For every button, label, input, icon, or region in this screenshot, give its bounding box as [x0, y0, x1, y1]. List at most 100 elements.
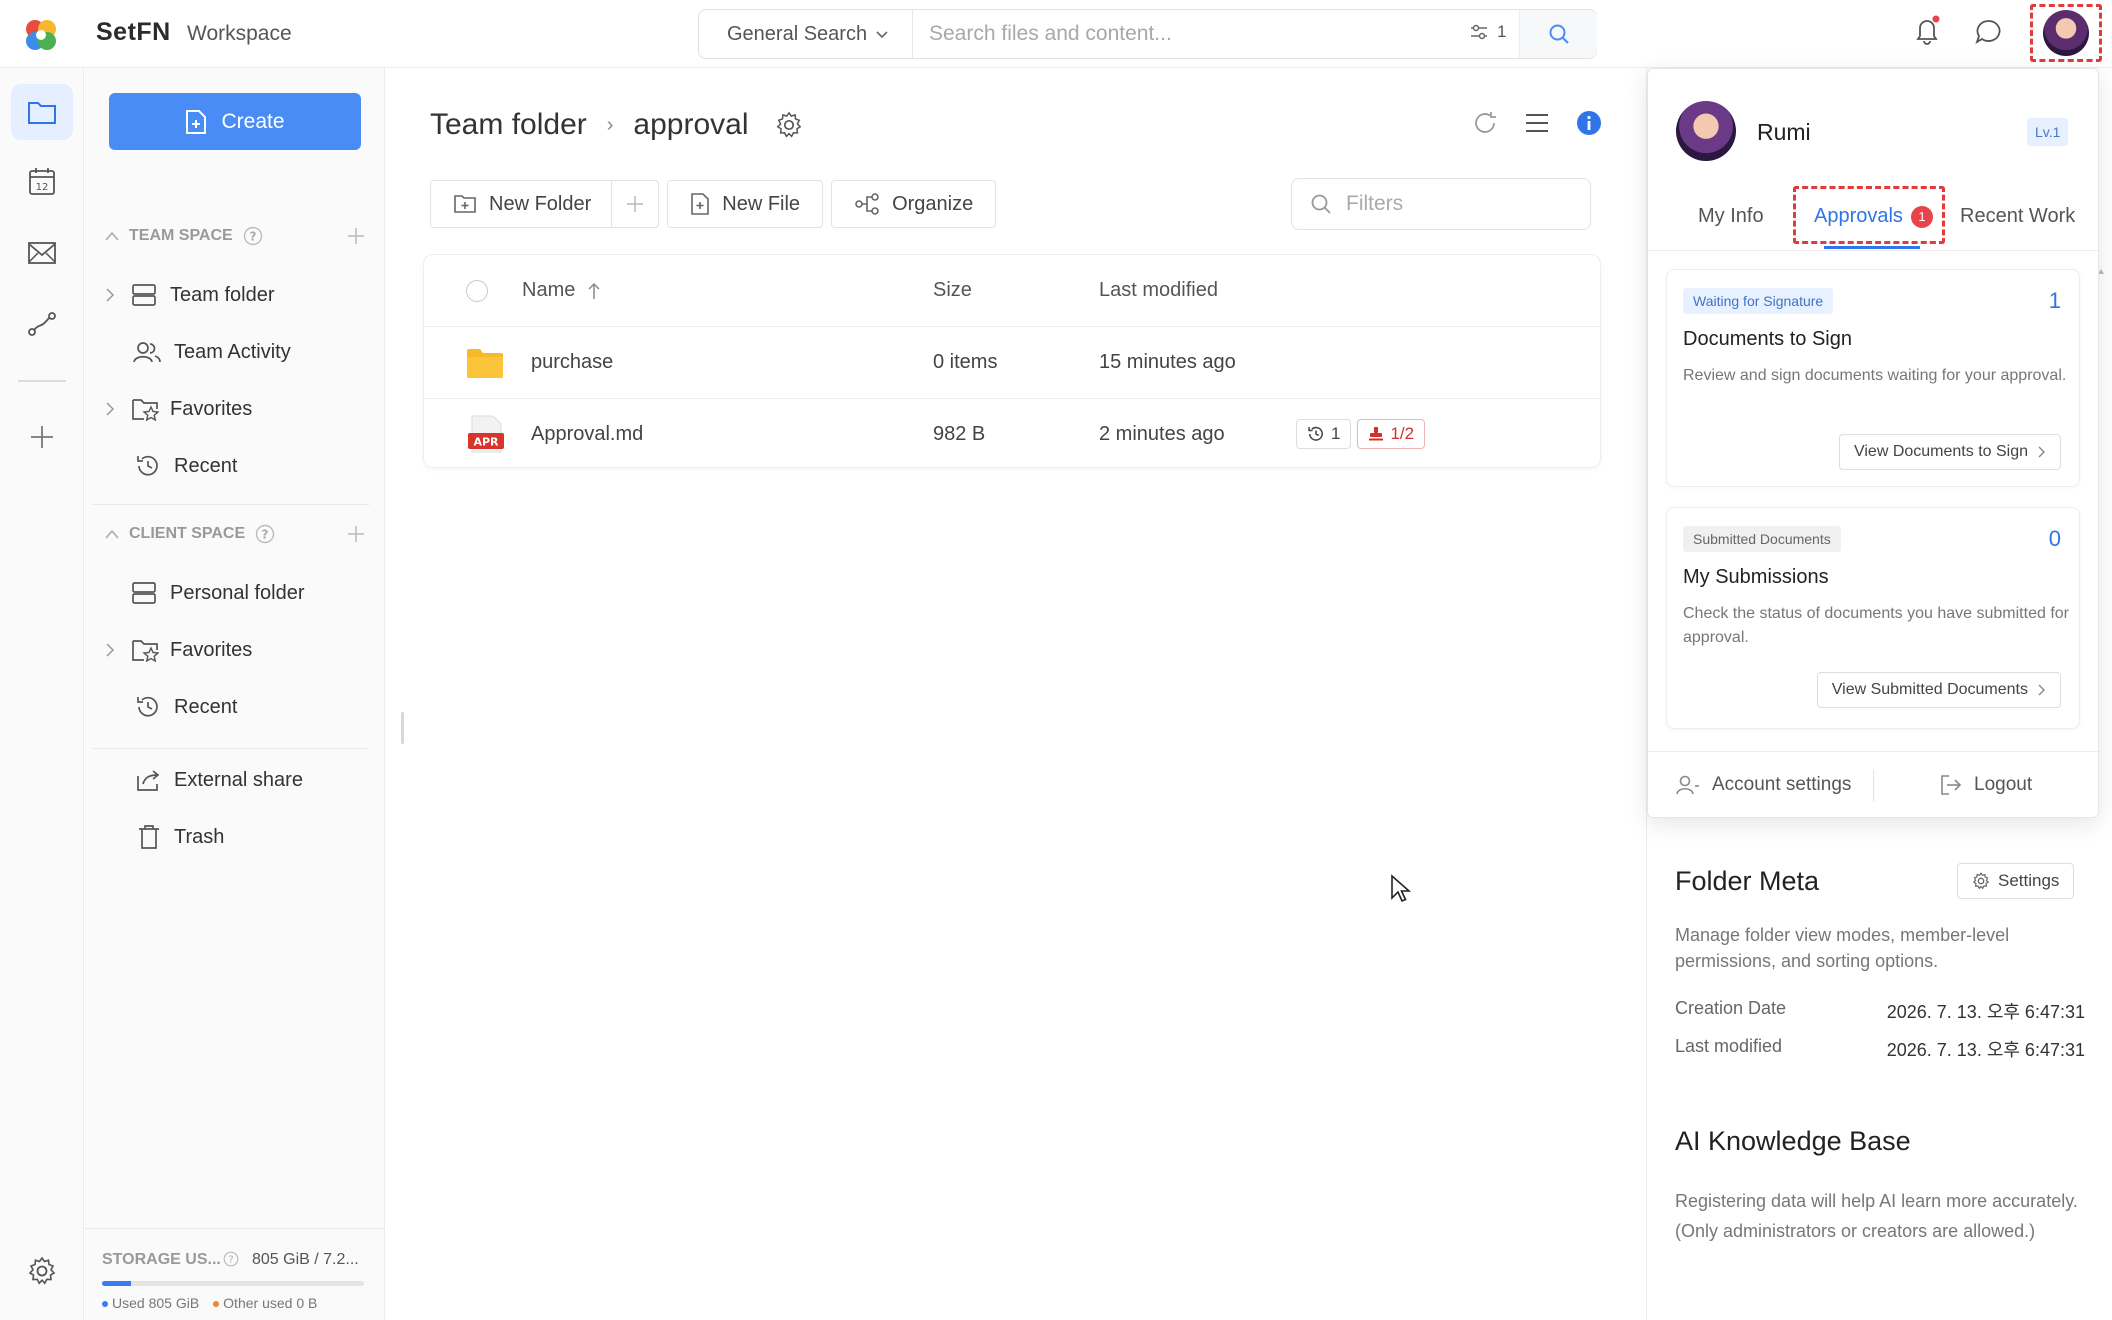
- table-row[interactable]: APR Approval.md 982 B 2 minutes ago 1 1/…: [424, 398, 1600, 469]
- bell-icon[interactable]: [1912, 14, 1942, 46]
- team-space-title: TEAM SPACE: [129, 227, 233, 244]
- storage-legend: Used 805 GiB Other used 0 B: [102, 1295, 317, 1311]
- column-modified-header[interactable]: Last modified: [1099, 255, 1218, 326]
- calendar-icon: 12: [28, 166, 56, 196]
- tab-recent-work[interactable]: Recent Work: [1960, 205, 2075, 228]
- avatar: [1676, 101, 1736, 161]
- rail-workflow-button[interactable]: [11, 296, 73, 352]
- sidebar-item-team-activity[interactable]: Team Activity: [85, 327, 385, 377]
- view-submitted-documents-button[interactable]: View Submitted Documents: [1816, 672, 2061, 708]
- sidebar-item-label: Favorites: [170, 397, 253, 420]
- breadcrumb: Team folder › approval: [430, 108, 803, 142]
- approval-badge[interactable]: 1/2: [1357, 419, 1426, 449]
- chevron-right-icon: ›: [606, 113, 614, 136]
- version-badge[interactable]: 1: [1296, 419, 1352, 449]
- sidebar-item-personal-folder[interactable]: Personal folder: [85, 568, 385, 618]
- help-icon[interactable]: ?: [243, 226, 263, 246]
- new-file-button[interactable]: New File: [667, 180, 824, 228]
- footer-divider: [1873, 770, 1874, 802]
- help-icon[interactable]: ?: [255, 524, 275, 544]
- organize-button[interactable]: Organize: [831, 180, 997, 228]
- logout-icon: [1940, 774, 1962, 796]
- sidebar-item-label: Recent: [174, 695, 238, 718]
- sidebar-item-trash[interactable]: Trash: [85, 812, 385, 862]
- refresh-icon[interactable]: [1472, 110, 1498, 136]
- rail-mail-button[interactable]: [11, 225, 73, 281]
- level-badge: Lv.1: [2027, 118, 2069, 146]
- user-avatar-button[interactable]: [2030, 4, 2102, 62]
- panel-resize-handle[interactable]: [401, 712, 404, 744]
- table-row[interactable]: purchase 0 items 15 minutes ago: [424, 327, 1600, 398]
- new-folder-more-button[interactable]: [611, 180, 660, 228]
- add-team-space-icon[interactable]: [347, 227, 365, 245]
- folder-settings-icon[interactable]: [775, 111, 803, 139]
- storage-usage: STORAGE US... ? 805 GiB / 7.2... Used 80…: [85, 1228, 385, 1320]
- storage-title: STORAGE US...: [102, 1251, 221, 1268]
- icon-rail: 12: [0, 68, 84, 1320]
- search-filter-button[interactable]: 1: [1469, 22, 1506, 42]
- approval-progress: 1/2: [1390, 424, 1415, 443]
- tab-my-info[interactable]: My Info: [1698, 205, 1764, 228]
- apr-file-tag: APR: [473, 436, 499, 449]
- search-button[interactable]: [1519, 10, 1597, 58]
- chevron-right-icon: [2038, 684, 2046, 696]
- rail-files-button[interactable]: [11, 84, 73, 140]
- info-icon[interactable]: [1576, 110, 1602, 136]
- plus-icon: [626, 195, 644, 213]
- new-file-label: New File: [722, 192, 801, 215]
- logout-label: Logout: [1974, 774, 2033, 795]
- list-view-icon[interactable]: [1524, 112, 1550, 134]
- logout-button[interactable]: Logout: [1940, 774, 2032, 796]
- folder-meta-settings-button[interactable]: Settings: [1957, 863, 2075, 899]
- file-name: purchase: [531, 351, 614, 373]
- app-logo-icon[interactable]: [24, 18, 58, 52]
- sidebar-item-label: Recent: [174, 454, 238, 477]
- create-button[interactable]: Create: [109, 93, 361, 150]
- help-icon[interactable]: ?: [223, 1251, 239, 1267]
- rail-settings-button[interactable]: [11, 1243, 73, 1299]
- client-space-header[interactable]: CLIENT SPACE ?: [105, 524, 365, 544]
- breadcrumb-item[interactable]: Team folder: [430, 108, 587, 142]
- column-size-label: Size: [933, 279, 972, 301]
- rail-calendar-button[interactable]: 12: [11, 153, 73, 209]
- column-modified-label: Last modified: [1099, 279, 1218, 301]
- last-modified-row: Last modified 2026. 7. 13. 오후 6:47:31: [1675, 1036, 2085, 1060]
- sidebar-item-client-recent[interactable]: Recent: [85, 682, 385, 732]
- filters-input[interactable]: [1346, 192, 1566, 216]
- file-modified: 2 minutes ago: [1099, 422, 1225, 445]
- column-name-header[interactable]: Name: [522, 255, 601, 326]
- storage-bar-fill: [102, 1281, 131, 1286]
- chat-icon[interactable]: [1974, 18, 2002, 46]
- svg-text:?: ?: [249, 230, 256, 244]
- select-all-checkbox[interactable]: [466, 279, 488, 302]
- sidebar-item-label: Team folder: [170, 283, 275, 306]
- chevron-right-icon[interactable]: [105, 402, 115, 416]
- search-mode-select[interactable]: General Search: [699, 10, 913, 58]
- rail-add-button[interactable]: [11, 409, 73, 465]
- search-input[interactable]: [929, 10, 1379, 58]
- drive-icon: [131, 581, 157, 605]
- team-space-header[interactable]: TEAM SPACE ?: [105, 226, 365, 246]
- account-settings-button[interactable]: Account settings: [1676, 774, 1851, 796]
- column-name-label: Name: [522, 279, 576, 301]
- new-folder-label: New Folder: [489, 192, 592, 215]
- add-client-space-icon[interactable]: [347, 525, 365, 543]
- creation-date-row: Creation Date 2026. 7. 13. 오후 6:47:31: [1675, 998, 2085, 1022]
- workspace-label: Workspace: [187, 22, 292, 45]
- column-size-header[interactable]: Size: [933, 255, 972, 326]
- card-description: Check the status of documents you have s…: [1683, 605, 2069, 646]
- sidebar-item-external-share[interactable]: External share: [85, 755, 385, 805]
- sidebar-item-team-folder[interactable]: Team folder: [85, 270, 385, 320]
- chevron-right-icon[interactable]: [105, 643, 115, 657]
- ai-knowledge-description: Registering data will help AI learn more…: [1675, 1191, 2078, 1241]
- filters-field[interactable]: [1291, 178, 1591, 230]
- button-label: View Submitted Documents: [1831, 681, 2028, 698]
- new-folder-button[interactable]: New Folder: [430, 180, 613, 228]
- chevron-right-icon[interactable]: [105, 288, 115, 302]
- sidebar-item-favorites[interactable]: Favorites: [85, 384, 385, 434]
- sidebar: Create TEAM SPACE ? Team folder Team Act…: [85, 68, 385, 1320]
- sidebar-item-client-favorites[interactable]: Favorites: [85, 625, 385, 675]
- sidebar-item-recent[interactable]: Recent: [85, 441, 385, 491]
- view-documents-to-sign-button[interactable]: View Documents to Sign: [1838, 434, 2061, 470]
- folder-meta-description: Manage folder view modes, member-level p…: [1675, 925, 2010, 971]
